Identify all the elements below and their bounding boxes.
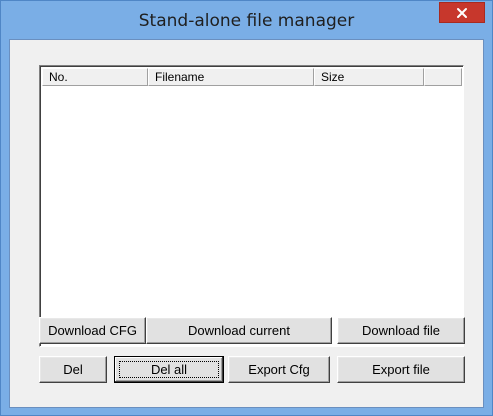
export-file-button[interactable]: Export file xyxy=(337,356,465,383)
del-all-label: Del all xyxy=(150,362,188,377)
column-header-size[interactable]: Size xyxy=(314,68,424,86)
close-icon xyxy=(457,7,467,18)
title-bar[interactable]: Stand-alone file manager xyxy=(1,1,492,39)
download-current-button[interactable]: Download current xyxy=(146,317,332,344)
download-file-button[interactable]: Download file xyxy=(337,317,465,344)
file-list[interactable]: No. Filename Size xyxy=(39,65,464,347)
column-header-filename[interactable]: Filename xyxy=(148,68,314,86)
download-cfg-button[interactable]: Download CFG xyxy=(39,317,146,344)
file-manager-window: Stand-alone file manager No. Filename Si… xyxy=(0,0,493,416)
client-area: No. Filename Size Download CFG Download … xyxy=(9,39,484,408)
file-list-header: No. Filename Size xyxy=(42,68,462,86)
column-header-no[interactable]: No. xyxy=(42,68,148,86)
export-cfg-button[interactable]: Export Cfg xyxy=(228,356,330,383)
column-header-empty[interactable] xyxy=(424,68,462,86)
del-button[interactable]: Del xyxy=(39,356,107,383)
close-button[interactable] xyxy=(439,2,485,23)
del-all-button[interactable]: Del all xyxy=(114,356,224,383)
window-title: Stand-alone file manager xyxy=(138,11,355,31)
